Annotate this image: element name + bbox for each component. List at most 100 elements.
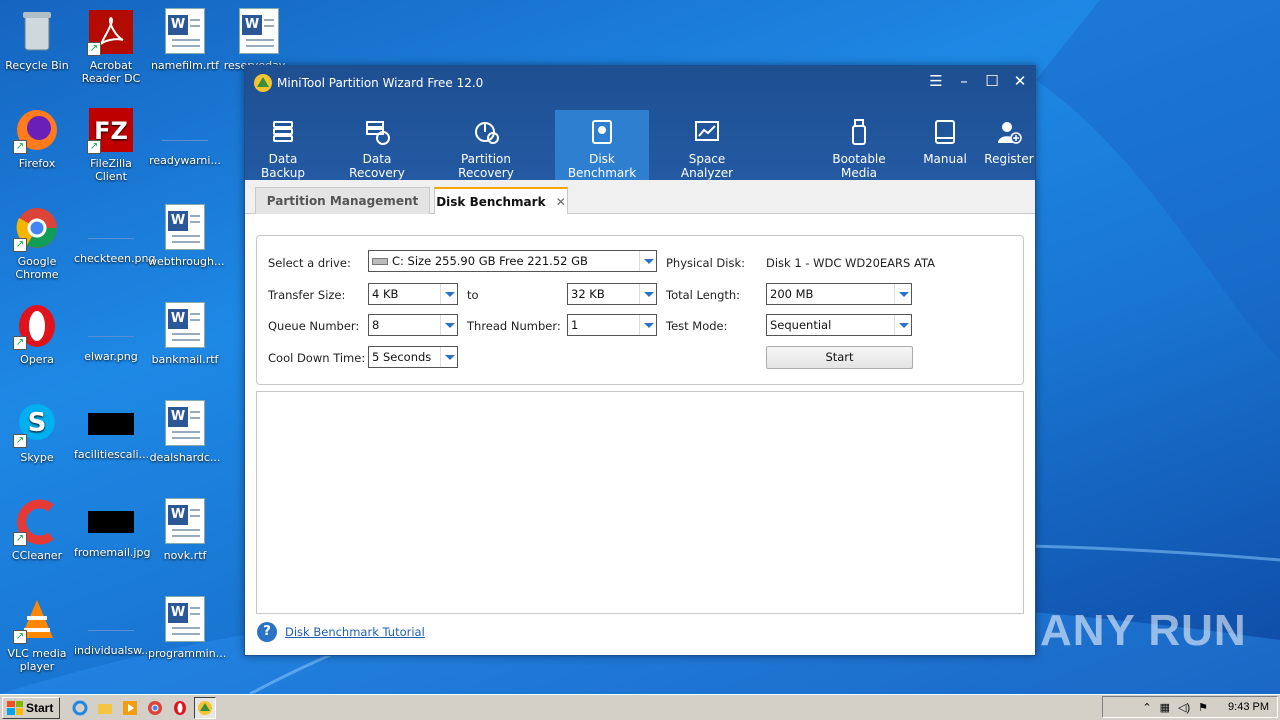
test-mode-label: Test Mode: (666, 319, 728, 333)
desktop-icon-recycle-bin[interactable]: Recycle Bin (0, 8, 74, 72)
desktop-icon-ccleaner[interactable]: ↗ CCleaner (0, 498, 74, 562)
minitool-logo-icon (253, 73, 273, 93)
close-button[interactable]: ✕ (1011, 72, 1029, 90)
word-doc-icon: W (161, 596, 209, 644)
minimize-button[interactable]: – (955, 72, 973, 90)
shortcut-arrow-icon: ↗ (87, 42, 101, 56)
desktop-icon-checkteen[interactable]: checkteen.png (74, 204, 155, 265)
select-drive-label: Select a drive: (268, 256, 351, 270)
total-length-dropdown[interactable]: 200 MB (766, 283, 912, 305)
desktop-icon-chrome[interactable]: ↗ Google Chrome (0, 204, 74, 281)
benchmark-settings-panel: Select a drive: C: Size 255.90 GB Free 2… (256, 235, 1024, 385)
start-button[interactable]: Start (766, 346, 913, 369)
toolbar-data-recovery[interactable]: Data Recovery (333, 110, 421, 180)
blank-file-icon (88, 315, 134, 337)
word-doc-icon: W (161, 204, 209, 252)
desktop-icon-opera[interactable]: ↗ Opera (0, 302, 74, 366)
start-button[interactable]: Start (2, 696, 61, 719)
word-doc-icon: W (235, 8, 283, 56)
blank-file-icon (162, 119, 208, 141)
desktop-icon-individualsw[interactable]: individualsw... (74, 596, 152, 657)
toolbar-disk-benchmark[interactable]: Disk Benchmark (555, 110, 649, 180)
opera-taskbar-icon[interactable] (169, 697, 191, 719)
queue-number-label: Queue Number: (268, 319, 360, 333)
volume-icon[interactable]: ◁) (1178, 701, 1190, 714)
chevron-down-icon (440, 315, 457, 335)
word-doc-icon: W (161, 400, 209, 448)
desktop-icon-readywarni[interactable]: readywarni... (148, 106, 222, 167)
transfer-size-from-dropdown[interactable]: 4 KB (368, 283, 458, 305)
tray-expand-icon[interactable]: ⌃ (1142, 701, 1151, 714)
chrome-taskbar-icon[interactable] (144, 697, 166, 719)
clock[interactable]: 9:43 PM (1228, 701, 1269, 713)
shortcut-arrow-icon: ↗ (13, 532, 27, 546)
ccleaner-icon: ↗ (13, 498, 61, 546)
black-image-icon (88, 511, 134, 533)
shortcut-arrow-icon: ↗ (13, 336, 27, 350)
vlc-icon: ↗ (13, 596, 61, 644)
tab-partition-management[interactable]: Partition Management (255, 187, 430, 214)
total-length-label: Total Length: (666, 288, 741, 302)
desktop-icon-fromemail[interactable]: fromemail.jpg (74, 498, 150, 559)
chevron-down-icon (639, 315, 656, 335)
maximize-button[interactable]: ☐ (983, 72, 1001, 90)
chrome-icon: ↗ (13, 204, 61, 252)
toolbar-register[interactable]: Register (983, 110, 1035, 180)
acrobat-icon: ↗ (87, 8, 135, 56)
shortcut-arrow-icon: ↗ (13, 238, 27, 252)
toolbar-partition-recovery[interactable]: Partition Recovery (433, 110, 539, 180)
desktop-icon-filezilla[interactable]: FZ ↗ FileZilla Client (74, 106, 148, 183)
desktop-icon-firefox[interactable]: ↗ Firefox (0, 106, 74, 170)
disk-benchmark-tutorial-link[interactable]: Disk Benchmark Tutorial (285, 625, 425, 639)
shortcut-arrow-icon: ↗ (13, 630, 27, 644)
desktop-icon-vlc[interactable]: ↗ VLC media player (0, 596, 74, 673)
word-doc-icon: W (161, 8, 209, 56)
desktop-icon-reserveday[interactable]: W reserveday... (222, 8, 296, 72)
desktop-icon-skype[interactable]: S ↗ Skype (0, 400, 74, 464)
action-center-flag-icon[interactable]: ⚑ (1198, 701, 1208, 714)
toolbar-space-analyzer[interactable]: Space Analyzer (663, 110, 751, 180)
toolbar-manual[interactable]: Manual (919, 110, 971, 180)
tab-disk-benchmark[interactable]: Disk Benchmark ✕ (434, 187, 568, 214)
file-explorer-icon[interactable] (94, 697, 116, 719)
test-mode-dropdown[interactable]: Sequential (766, 314, 912, 336)
blank-file-icon (88, 609, 134, 631)
physical-disk-label: Physical Disk: (666, 256, 746, 270)
desktop-icon-elwar[interactable]: elwar.png (74, 302, 148, 363)
menu-icon[interactable]: ☰ (927, 72, 945, 90)
desktop-icon-namefilm[interactable]: W namefilm.rtf (148, 8, 222, 72)
disk-benchmark-icon (588, 118, 616, 146)
toolbar-bootable-media[interactable]: Bootable Media (813, 110, 905, 180)
to-label: to (467, 288, 479, 302)
desktop-icon-webthrough[interactable]: W webthrough... (148, 204, 224, 268)
tab-close-icon[interactable]: ✕ (556, 195, 566, 209)
minitool-taskbar-icon[interactable] (194, 696, 217, 719)
select-drive-dropdown[interactable]: C: Size 255.90 GB Free 221.52 GB (368, 250, 657, 272)
desktop-icon-facilitiescali[interactable]: facilitiescali... (74, 400, 149, 461)
help-icon[interactable]: ? (257, 622, 277, 642)
chevron-down-icon (639, 251, 656, 271)
thread-number-label: Thread Number: (467, 319, 561, 333)
system-tray: ⌃ ▦ ◁) ⚑ 9:43 PM (1102, 696, 1278, 718)
black-image-icon (88, 413, 134, 435)
word-doc-icon: W (161, 302, 209, 350)
toolbar-data-backup[interactable]: Data Backup (245, 110, 321, 180)
desktop-icon-dealshardc[interactable]: W dealshardc... (148, 400, 222, 464)
data-backup-icon (269, 118, 297, 146)
cool-down-dropdown[interactable]: 5 Seconds (368, 346, 458, 368)
network-icon[interactable]: ▦ (1160, 701, 1170, 714)
desktop-icon-programmin[interactable]: W programmin... (148, 596, 226, 660)
queue-number-dropdown[interactable]: 8 (368, 314, 458, 336)
desktop-icon-novk[interactable]: W novk.rtf (148, 498, 222, 562)
thread-number-dropdown[interactable]: 1 (567, 314, 657, 336)
chevron-down-icon (894, 284, 911, 304)
skype-icon: S ↗ (13, 400, 61, 448)
shortcut-arrow-icon: ↗ (87, 140, 101, 154)
bootable-media-icon (845, 118, 873, 146)
transfer-size-to-dropdown[interactable]: 32 KB (567, 283, 657, 305)
desktop-icon-acrobat[interactable]: ↗ Acrobat Reader DC (74, 8, 148, 85)
window-title: MiniTool Partition Wizard Free 12.0 (277, 76, 484, 90)
desktop-icon-bankmail[interactable]: W bankmail.rtf (148, 302, 222, 366)
internet-explorer-icon[interactable] (69, 697, 91, 719)
media-player-icon[interactable] (119, 697, 141, 719)
